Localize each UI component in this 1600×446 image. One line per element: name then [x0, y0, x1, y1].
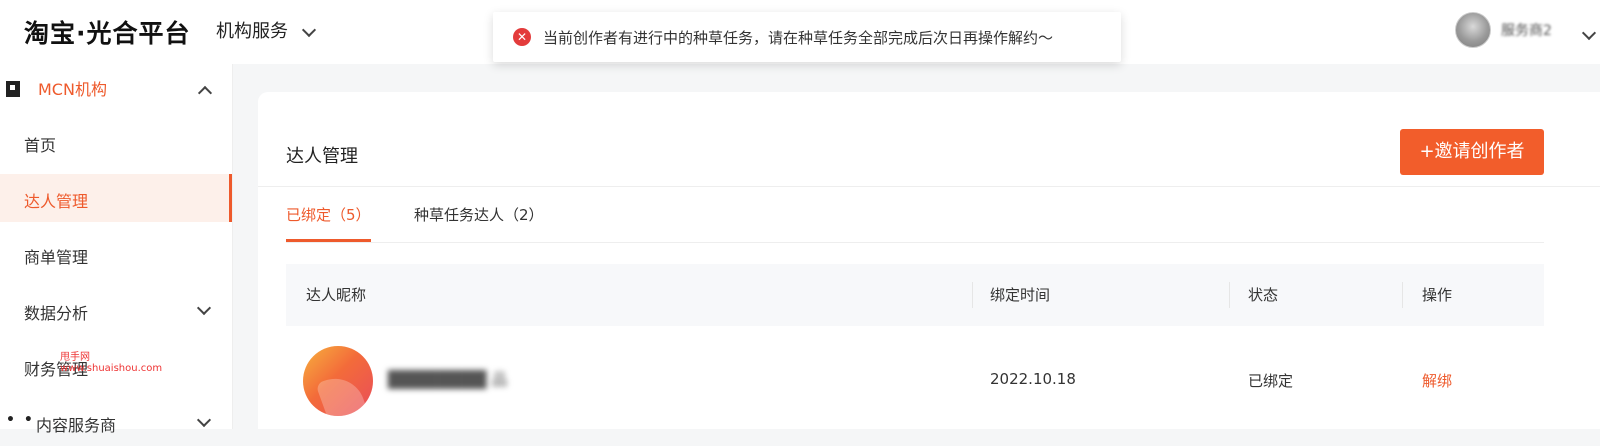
- building-icon: [6, 81, 20, 97]
- avatar: [1455, 12, 1491, 48]
- user-menu[interactable]: 服务商2: [1455, 12, 1552, 48]
- sidebar-item-data-analysis[interactable]: 数据分析: [0, 286, 232, 334]
- sidebar: MCN机构 首页 达人管理 商单管理 数据分析 财务管理 • • 内容服务商: [0, 64, 233, 435]
- toast-message: 当前创作者有进行中的种草任务，请在种草任务全部完成后次日再操作解约～: [543, 28, 1054, 47]
- chevron-down-icon: [196, 412, 212, 428]
- sidebar-item-label: 达人管理: [24, 192, 89, 211]
- column-divider: [972, 282, 973, 308]
- sidebar-item-creator-management[interactable]: 达人管理: [0, 174, 232, 222]
- invite-creator-button[interactable]: +邀请创作者: [1400, 129, 1544, 175]
- service-nav-dropdown[interactable]: 机构服务: [216, 17, 317, 43]
- watermark-title: 甩手网: [60, 352, 90, 363]
- bind-time: 2022.10.18: [990, 370, 1076, 388]
- sidebar-item-label: 内容服务商: [36, 416, 117, 435]
- sidebar-item-label: 商单管理: [24, 248, 89, 267]
- column-divider: [1229, 282, 1230, 308]
- platform-logo[interactable]: 淘宝·光合平台: [24, 14, 191, 50]
- dots-icon: • •: [6, 412, 35, 428]
- table-header: 达人昵称 绑定时间 状态 操作: [286, 264, 1544, 326]
- chevron-down-icon: [301, 22, 317, 38]
- service-nav-label: 机构服务: [216, 21, 288, 42]
- error-icon: ✕: [513, 28, 531, 46]
- tabs: 已绑定（5） 种草任务达人（2）: [286, 187, 1544, 243]
- creator-avatar: [303, 346, 373, 416]
- sidebar-group-mcn[interactable]: MCN机构: [0, 64, 232, 112]
- main-card: 达人管理 +邀请创作者 已绑定（5） 种草任务达人（2） 达人昵称 绑定时间 状…: [258, 92, 1600, 429]
- page-title: 达人管理: [286, 146, 358, 167]
- creator-nickname: ████████ 品: [388, 370, 508, 389]
- card-header: 达人管理 +邀请创作者: [258, 92, 1600, 187]
- chevron-down-icon[interactable]: [1581, 25, 1597, 41]
- table-row: ████████ 品 2022.10.18 已绑定 解绑: [286, 326, 1544, 431]
- user-name: 服务商2: [1501, 23, 1552, 39]
- sidebar-item-label: 首页: [24, 136, 57, 155]
- sidebar-group-label: MCN机构: [38, 80, 107, 99]
- column-divider: [1402, 282, 1403, 308]
- bind-status: 已绑定: [1248, 372, 1294, 390]
- column-header-action: 操作: [1422, 286, 1453, 304]
- sidebar-item-orders[interactable]: 商单管理: [0, 230, 232, 278]
- column-header-nickname: 达人昵称: [306, 286, 367, 304]
- column-header-status: 状态: [1248, 286, 1279, 304]
- unbind-link[interactable]: 解绑: [1422, 370, 1452, 391]
- error-toast: ✕ 当前创作者有进行中的种草任务，请在种草任务全部完成后次日再操作解约～: [493, 12, 1121, 62]
- tab-bound[interactable]: 已绑定（5）: [286, 204, 371, 242]
- watermark-url: www.shuaishou.com: [60, 363, 163, 374]
- chevron-up-icon: [197, 85, 213, 101]
- watermark: 甩手网 www.shuaishou.com: [60, 352, 162, 374]
- chevron-down-icon: [196, 300, 212, 316]
- sidebar-item-label: 数据分析: [24, 304, 89, 323]
- tab-seeding-task-creators[interactable]: 种草任务达人（2）: [414, 204, 544, 242]
- column-header-bind-time: 绑定时间: [990, 286, 1051, 304]
- sidebar-item-content-service[interactable]: • • 内容服务商: [0, 398, 232, 446]
- sidebar-item-home[interactable]: 首页: [0, 118, 232, 166]
